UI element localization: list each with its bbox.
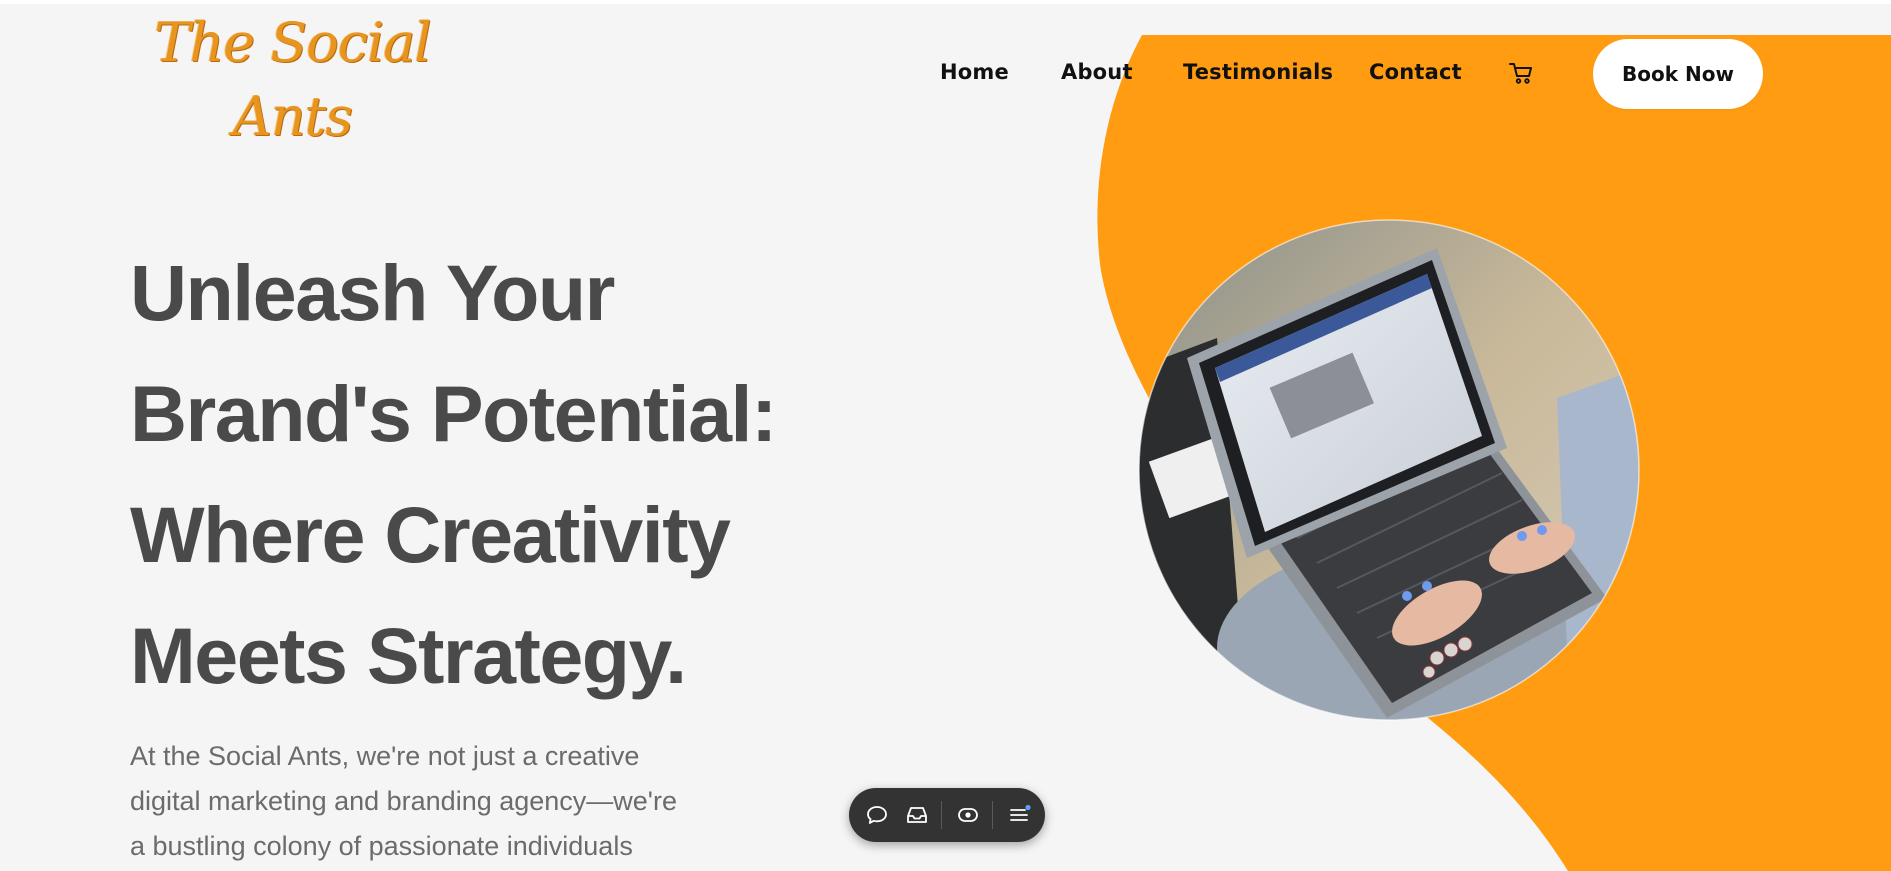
headline-line: Where Creativity: [130, 490, 731, 579]
headline-line: Unleash Your: [130, 248, 615, 337]
logo-line-2: Ants: [232, 85, 353, 148]
brand-logo[interactable]: The Social Ants: [150, 6, 435, 148]
nav-home[interactable]: Home: [940, 60, 1009, 84]
cart-icon[interactable]: [1508, 60, 1534, 86]
hero-photo: [1138, 219, 1640, 721]
intro-line: a bustling colony of passionate individu…: [130, 831, 633, 861]
nav-about[interactable]: About: [1061, 60, 1133, 84]
eye-icon[interactable]: [954, 801, 982, 829]
landing-page: The Social Ants Home About Testimonials …: [0, 4, 1891, 871]
intro-line: At the Social Ants, we're not just a cre…: [130, 741, 640, 771]
toolbar-divider: [941, 801, 942, 829]
comment-icon[interactable]: [863, 801, 891, 829]
headline-line: Meets Strategy.: [130, 611, 687, 700]
floating-toolbar: [849, 788, 1045, 842]
headline-line: Brand's Potential:: [130, 369, 777, 458]
book-now-button[interactable]: Book Now: [1593, 39, 1763, 109]
inbox-icon[interactable]: [903, 801, 931, 829]
logo-line-1: The Social: [154, 11, 431, 74]
nav-testimonials[interactable]: Testimonials: [1183, 60, 1333, 84]
intro-line: digital marketing and branding agency—we…: [130, 786, 677, 816]
hero-intro-text: At the Social Ants, we're not just a cre…: [130, 734, 770, 869]
hero-headline: Unleash Your Brand's Potential: Where Cr…: [130, 232, 830, 716]
toolbar-divider: [992, 801, 993, 829]
menu-icon[interactable]: [1005, 801, 1033, 829]
nav-contact[interactable]: Contact: [1369, 60, 1462, 84]
